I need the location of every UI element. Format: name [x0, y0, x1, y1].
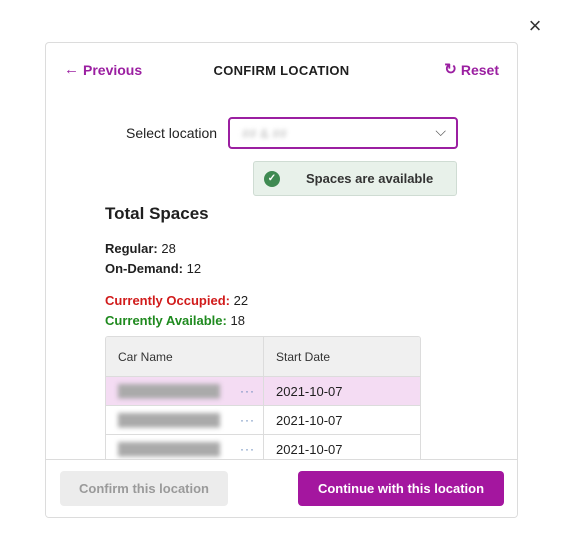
car-name: ████████████: [118, 413, 221, 427]
column-header-car-name[interactable]: Car Name: [106, 337, 264, 376]
table-header: Car Name Start Date: [106, 337, 420, 377]
confirm-location-button[interactable]: Confirm this location: [60, 471, 228, 506]
regular-label: Regular:: [105, 241, 158, 256]
available-count: Currently Available: 18: [105, 313, 245, 328]
more-icon[interactable]: ···: [240, 413, 255, 427]
cars-table: Car Name Start Date ████████████ ··· 202…: [105, 336, 421, 465]
reset-link[interactable]: ↻ Reset: [444, 62, 499, 78]
availability-badge: ✓ Spaces are available: [253, 161, 457, 196]
ondemand-count: On-Demand: 12: [105, 261, 201, 276]
total-spaces-heading: Total Spaces: [105, 204, 209, 223]
location-select-row: Select location ## & ## ⌵: [126, 117, 458, 149]
more-icon[interactable]: ···: [240, 384, 255, 398]
close-icon[interactable]: ×: [524, 15, 546, 37]
table-row[interactable]: ████████████ ··· 2021-10-07: [106, 377, 420, 406]
table-row[interactable]: ████████████ ··· 2021-10-07: [106, 406, 420, 435]
ondemand-label: On-Demand:: [105, 261, 183, 276]
car-name: ████████████: [118, 384, 221, 398]
reset-icon: ↻: [444, 61, 457, 78]
start-date-cell: 2021-10-07: [276, 383, 343, 399]
available-label: Currently Available:: [105, 313, 227, 328]
start-date-cell: 2021-10-07: [276, 412, 343, 428]
car-name: ████████████: [118, 442, 221, 456]
car-name-cell: ████████████ ···: [106, 406, 264, 434]
confirm-location-dialog: ← Previous CONFIRM LOCATION ↻ Reset Sele…: [45, 42, 518, 518]
location-select[interactable]: ## & ## ⌵: [228, 117, 458, 149]
availability-text: Spaces are available: [306, 171, 434, 186]
dialog-header: ← Previous CONFIRM LOCATION ↻ Reset: [46, 43, 517, 99]
car-name-cell: ████████████ ···: [106, 377, 264, 405]
location-select-value: ## & ##: [242, 126, 287, 141]
occupied-value: 22: [233, 293, 249, 308]
continue-location-button[interactable]: Continue with this location: [298, 471, 504, 506]
location-select-label: Select location: [126, 125, 218, 141]
check-circle-icon: ✓: [264, 170, 280, 187]
regular-count: Regular: 28: [105, 241, 176, 256]
available-value: 18: [230, 313, 245, 328]
ondemand-value: 12: [186, 261, 202, 276]
column-header-start-date[interactable]: Start Date: [264, 337, 420, 376]
occupied-label: Currently Occupied:: [105, 293, 230, 308]
reset-label: Reset: [460, 62, 499, 78]
dialog-footer: Confirm this location Continue with this…: [46, 459, 517, 517]
more-icon[interactable]: ···: [240, 442, 255, 456]
chevron-down-icon: ⌵: [435, 123, 446, 139]
occupied-count: Currently Occupied: 22: [105, 293, 248, 308]
regular-value: 28: [161, 241, 176, 256]
